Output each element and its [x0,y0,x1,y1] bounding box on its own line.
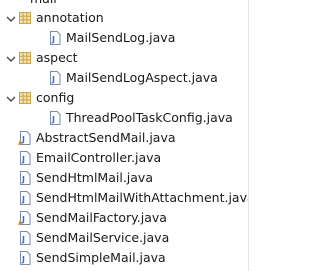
tree-item-file-emailcontroller[interactable]: J EmailController.java [0,148,249,168]
tree-item-file-sendsimplemail[interactable]: J SendSimpleMail.java [0,248,249,268]
svg-text:J: J [51,75,55,84]
chevron-down-icon[interactable] [4,11,18,25]
tree-item-package-annotation[interactable]: annotation [0,8,249,28]
java-file-icon: J A [18,211,32,225]
tree-item-package-aspect[interactable]: aspect [0,48,249,68]
java-file-icon: J [18,191,32,205]
java-file-icon: J A [18,131,32,145]
tree-item-label: SendHtmlMail.java [36,170,153,185]
tree-item-label: AbstractSendMail.java [36,130,176,145]
tree-item-partial[interactable]: mail [0,0,100,6]
svg-text:J: J [51,35,55,44]
svg-text:J: J [21,235,25,244]
tree-item-label: SendMailFactory.java [36,210,167,225]
svg-text:J: J [51,115,55,124]
tree-item-label: annotation [36,10,104,25]
tree-item-file-sendmailfactory[interactable]: J A SendMailFactory.java [0,208,249,228]
tree-item-label: ThreadPoolTaskConfig.java [66,110,233,125]
svg-text:A: A [18,140,23,145]
tree-item-file-sendmailservice[interactable]: J SendMailService.java [0,228,249,248]
tree-item-file-sendhtmlmailwithattachment[interactable]: J SendHtmlMailWithAttachment.java [0,188,249,208]
tree-item-file-threadpooltaskconfig[interactable]: J ThreadPoolTaskConfig.java [0,108,249,128]
svg-text:J: J [21,255,25,264]
tree-item-label: SendHtmlMailWithAttachment.java [36,190,249,205]
chevron-down-icon[interactable] [4,91,18,105]
java-file-icon: J [18,251,32,265]
tree-item-file-abstractsendmail[interactable]: J A AbstractSendMail.java [0,128,249,148]
package-icon [18,51,32,65]
tree-item-label: MailSendLog.java [66,30,176,45]
java-file-icon: J [18,231,32,245]
panel-edge [248,0,249,271]
tree-item-label: config [36,90,75,105]
java-file-icon: J [48,31,62,45]
tree-item-file-mailsendlogaspect[interactable]: J MailSendLogAspect.java [0,68,249,88]
tree-item-label: EmailController.java [36,150,162,165]
tree-item-label: MailSendLogAspect.java [66,70,218,85]
java-file-icon: J [18,151,32,165]
svg-text:J: J [21,195,25,204]
tree-item-package-config[interactable]: config [0,88,249,108]
svg-text:J: J [21,175,25,184]
svg-text:A: A [18,220,23,225]
java-file-icon: J [48,111,62,125]
chevron-down-icon[interactable] [4,51,18,65]
tree-item-label: mail [30,0,57,6]
project-tree: mail annotation J MailSendLog.java [0,0,249,271]
tree-item-label: SendMailService.java [36,230,170,245]
tree-item-label: aspect [36,50,78,65]
java-file-icon: J [48,71,62,85]
tree-item-label: SendSimpleMail.java [36,250,166,265]
package-icon [18,11,32,25]
package-icon [18,91,32,105]
java-file-icon: J [18,171,32,185]
tree-item-file-sendhtmlmail[interactable]: J SendHtmlMail.java [0,168,249,188]
tree-item-file-mailsendlog[interactable]: J MailSendLog.java [0,28,249,48]
svg-text:J: J [21,155,25,164]
